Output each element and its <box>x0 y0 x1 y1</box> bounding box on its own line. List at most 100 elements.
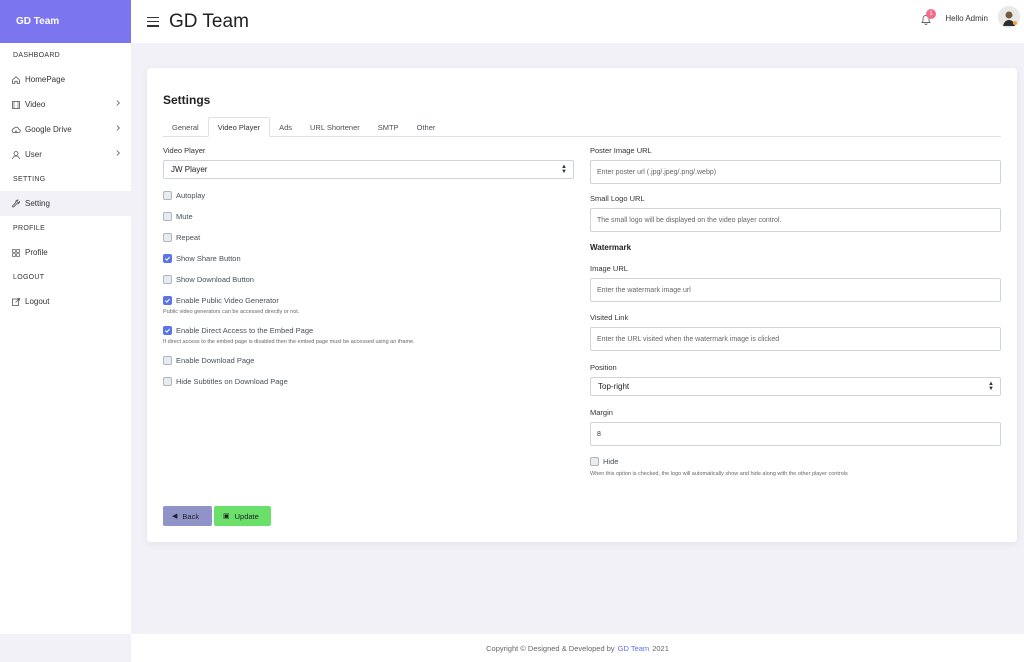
sidebar-item-label: Google Drive <box>25 125 72 134</box>
grid-icon <box>10 247 21 258</box>
sidebar-item-label: Logout <box>25 297 50 306</box>
sidebar-item-setting[interactable]: Setting <box>0 191 131 216</box>
sidebar-item-label: User <box>25 150 42 159</box>
checkbox-help-text: Public video generators can be accessed … <box>163 309 300 315</box>
settings-title: Settings <box>163 93 211 107</box>
footer-copyright: Copyright © Designed & Developed by <box>486 643 615 653</box>
checkbox[interactable] <box>163 212 172 221</box>
tab-url-shortener[interactable]: URL Shortener <box>301 117 369 137</box>
sidebar-item-label: HomePage <box>25 75 66 84</box>
checkbox-row[interactable]: Mute <box>163 212 574 221</box>
position-select-value: Top-right <box>598 382 630 391</box>
update-button[interactable]: ▣ Update <box>214 506 271 526</box>
tab-video-player[interactable]: Video Player <box>207 117 271 137</box>
sidebar-item-homepage[interactable]: HomePage <box>0 67 131 92</box>
avatar-image <box>998 6 1020 28</box>
settings-tabs: General Video Player Ads URL Shortener SMTP O… <box>163 117 1001 137</box>
small-logo-label: Small Logo URL <box>590 194 645 203</box>
sidebar-section-heading: SETTING <box>13 175 46 183</box>
checkbox-item: Mute <box>163 212 574 221</box>
player-checkboxes: Autoplay Mute Repeat Show Share Button Show … <box>163 191 574 386</box>
checkbox-label: Hide Subtitles on Download Page <box>176 377 288 386</box>
back-button[interactable]: ◀ Back <box>163 506 212 526</box>
poster-url-input[interactable]: Enter poster url (.jpg/.jpeg/.png/.webp) <box>590 160 1001 184</box>
page-title: GD Team <box>169 10 249 32</box>
checkbox-label: Repeat <box>176 233 201 242</box>
checkbox-checked[interactable] <box>163 254 172 263</box>
checkbox-checked[interactable] <box>163 296 172 305</box>
checkbox-row[interactable]: Autoplay <box>163 191 574 200</box>
checkbox-item: Enable Direct Access to the Embed Page If… <box>163 326 574 345</box>
checkbox-label: Show Download Button <box>176 275 254 284</box>
save-icon: ▣ <box>223 513 230 520</box>
footer: Copyright © Designed & Developed by GD T… <box>131 634 1024 662</box>
brand-logo[interactable]: GD Team <box>0 0 131 43</box>
watermark-heading: Watermark <box>590 243 632 252</box>
tab-smtp[interactable]: SMTP <box>369 117 408 137</box>
checkbox-help-text: If direct access to the embed page is di… <box>163 339 415 345</box>
hide-checkbox[interactable] <box>590 457 599 466</box>
top-header: GD Team 1 Hello Admin <box>131 0 1024 43</box>
checkbox-item: Repeat <box>163 233 574 242</box>
poster-watermark-options: Poster Image URL Enter poster url (.jpg/… <box>590 146 1001 477</box>
sidebar-item-profile[interactable]: Profile <box>0 240 131 265</box>
video-player-label: Video Player <box>163 146 206 155</box>
checkbox-row[interactable]: Repeat <box>163 233 574 242</box>
menu-toggle-icon[interactable] <box>147 16 159 27</box>
checkbox-item: Show Download Button <box>163 275 574 284</box>
tab-general[interactable]: General <box>163 117 208 137</box>
checkbox-row[interactable]: Enable Public Video Generator <box>163 296 574 305</box>
video-player-options: Video Player JW Player ▲ ▼ Autoplay Mute Re… <box>163 146 574 386</box>
notification-badge: 1 <box>926 9 936 19</box>
checkbox-row[interactable]: Hide Subtitles on Download Page <box>163 377 574 386</box>
margin-input[interactable]: 8 <box>590 422 1001 446</box>
hide-checkbox-row[interactable]: Hide <box>590 457 1001 466</box>
sidebar-item-user[interactable]: User <box>0 142 131 167</box>
checkbox-label: Autoplay <box>176 191 206 200</box>
video-player-select[interactable]: JW Player ▲ ▼ <box>163 160 574 179</box>
sidebar-item-video[interactable]: Video <box>0 92 131 117</box>
checkbox-row[interactable]: Enable Direct Access to the Embed Page <box>163 326 574 335</box>
sidebar-section-heading: PROFILE <box>13 224 46 232</box>
settings-card: Settings General Video Player Ads URL Short… <box>147 68 1017 542</box>
checkbox-checked[interactable] <box>163 326 172 335</box>
tab-ads[interactable]: Ads <box>270 117 301 137</box>
checkbox-row[interactable]: Show Share Button <box>163 254 574 263</box>
sidebar-nav: DASHBOARD HomePage Video Google Drive User SE… <box>0 43 131 314</box>
checkbox-label: Enable Direct Access to the Embed Page <box>176 326 314 335</box>
cloud-icon <box>10 124 21 135</box>
watermark-image-input[interactable]: Enter the watermark image url <box>590 278 1001 302</box>
checkbox-label: Enable Download Page <box>176 356 255 365</box>
wrench-icon <box>10 198 21 209</box>
visited-link-label: Visited Link <box>590 313 629 322</box>
checkbox-label: Show Share Button <box>176 254 241 263</box>
position-select[interactable]: Top-right ▲ ▼ <box>590 377 1001 396</box>
chevron-right-icon <box>116 149 121 159</box>
sidebar-item-google-drive[interactable]: Google Drive <box>0 117 131 142</box>
small-logo-input[interactable]: The small logo will be displayed on the … <box>590 208 1001 232</box>
tab-other[interactable]: Other <box>408 117 445 137</box>
footer-year: 2021 <box>652 643 669 653</box>
select-arrows-icon: ▲ ▼ <box>561 164 567 175</box>
checkbox[interactable] <box>163 191 172 200</box>
sidebar-item-logout[interactable]: Logout <box>0 289 131 314</box>
checkbox-row[interactable]: Enable Download Page <box>163 356 574 365</box>
user-greeting[interactable]: Hello Admin <box>945 14 988 23</box>
checkbox[interactable] <box>163 275 172 284</box>
checkbox[interactable] <box>163 356 172 365</box>
poster-label: Poster Image URL <box>590 146 652 155</box>
checkbox-label: Enable Public Video Generator <box>176 296 279 305</box>
sidebar-item-label: Profile <box>25 248 48 257</box>
checkbox-row[interactable]: Show Download Button <box>163 275 574 284</box>
logout-icon <box>10 296 21 307</box>
hide-label: Hide <box>603 457 619 466</box>
select-arrows-icon: ▲ ▼ <box>988 381 994 392</box>
footer-link[interactable]: GD Team <box>618 644 650 653</box>
avatar[interactable] <box>998 6 1020 28</box>
visited-link-input[interactable]: Enter the URL visited when the watermark… <box>590 327 1001 351</box>
checkbox[interactable] <box>163 377 172 386</box>
checkbox-item: Autoplay <box>163 191 574 200</box>
checkbox[interactable] <box>163 233 172 242</box>
sidebar-section-heading: DASHBOARD <box>13 51 61 59</box>
image-url-label: Image URL <box>590 264 628 273</box>
